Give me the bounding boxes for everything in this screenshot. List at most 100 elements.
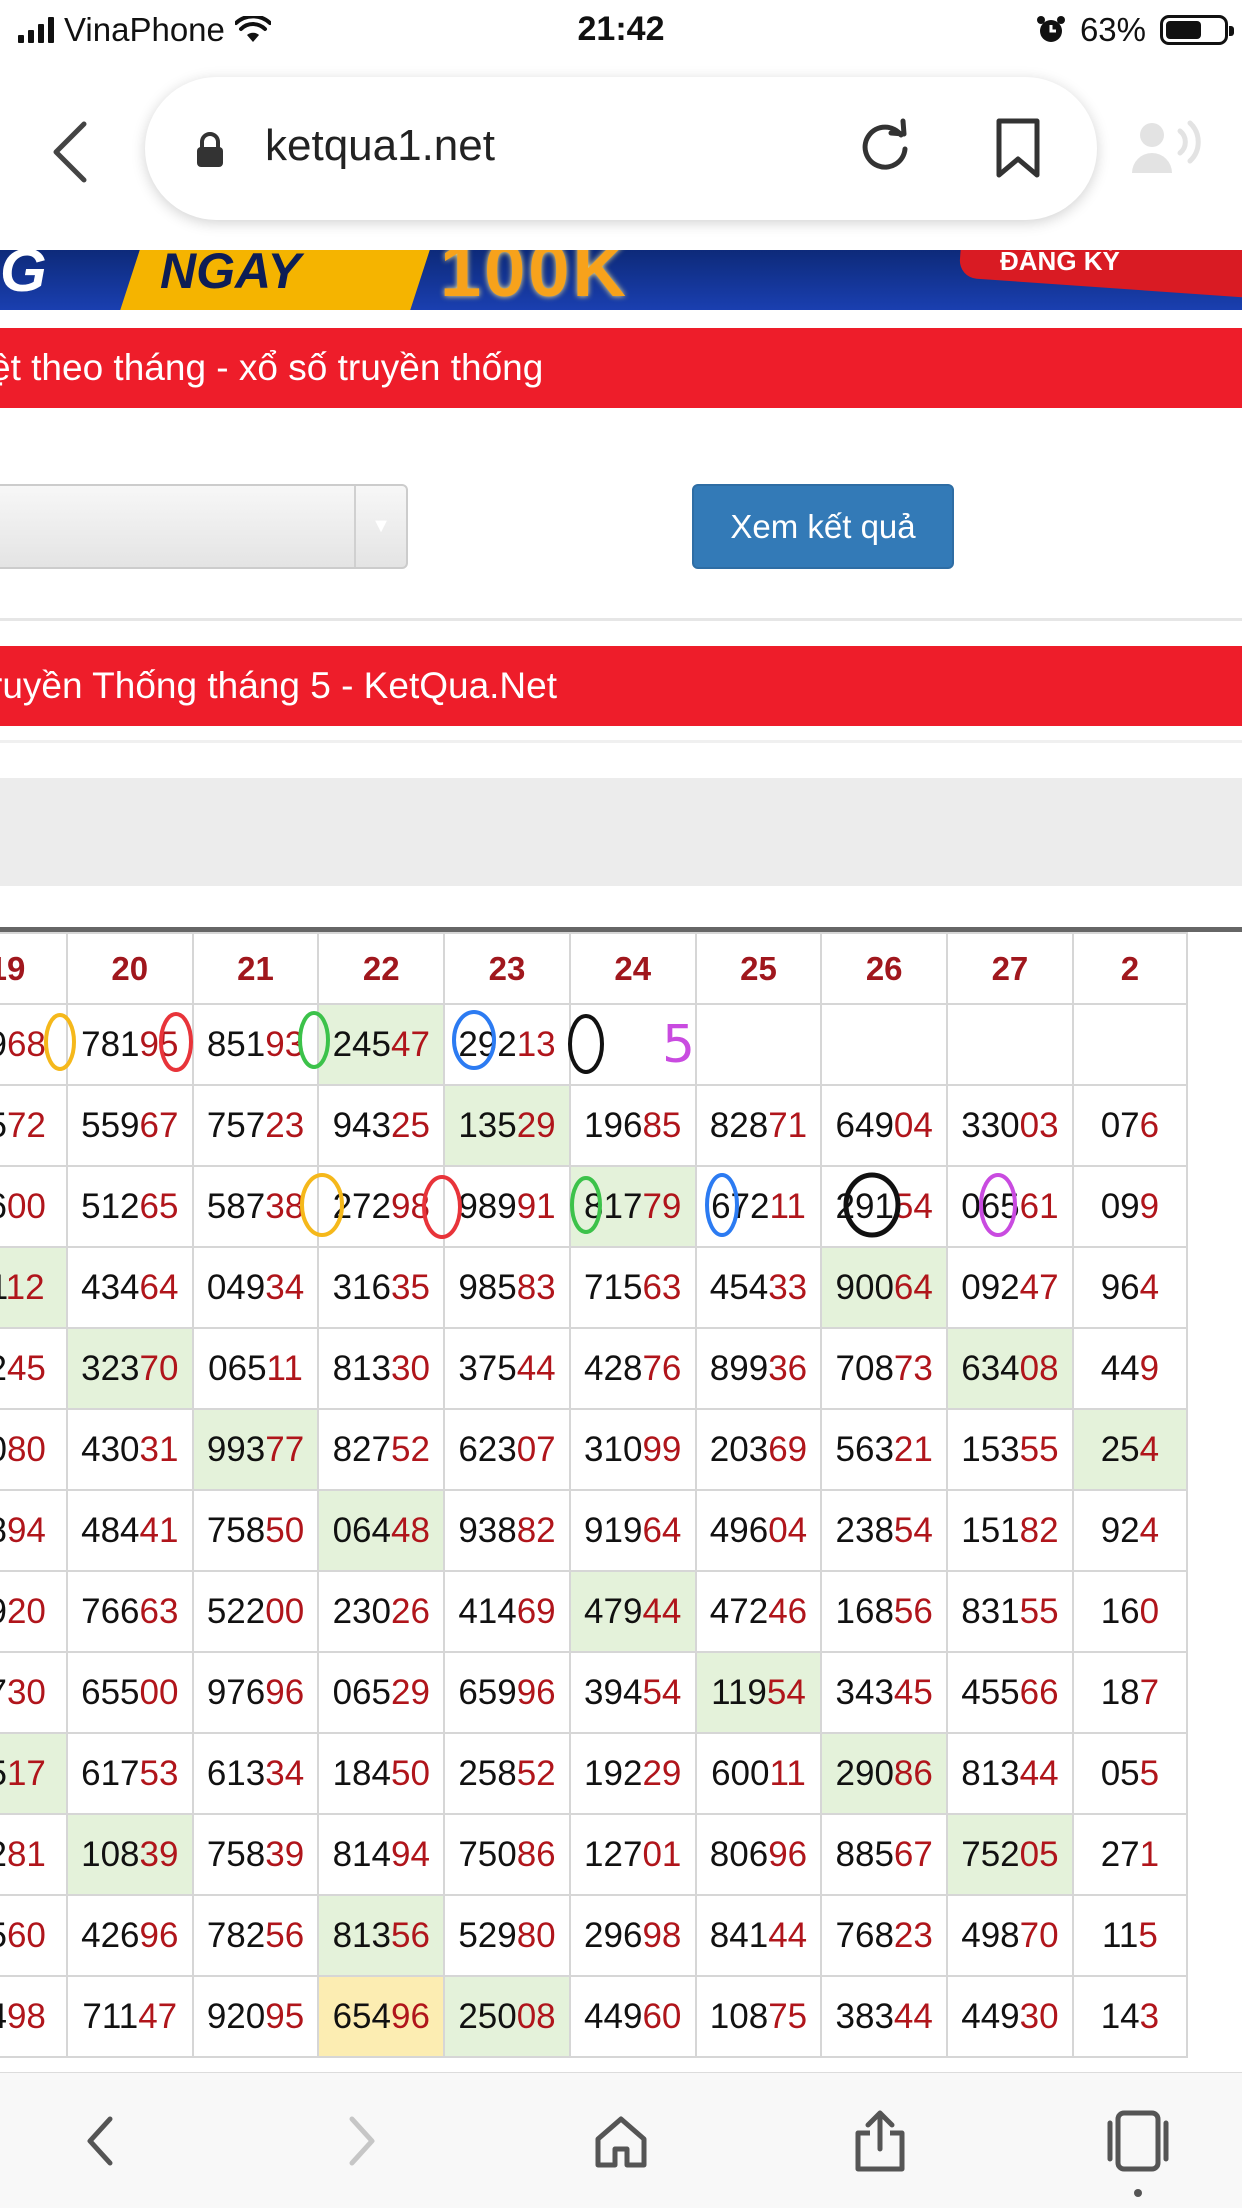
result-cell: [1071, 1003, 1189, 1086]
result-head-digits: 065: [332, 1672, 391, 1712]
tabs-icon[interactable]: [1098, 2101, 1178, 2181]
result-head-digits: 715: [584, 1267, 643, 1307]
result-tail-digits: 44: [1019, 1753, 1059, 1793]
result-tail-digits: 45: [6, 1348, 46, 1388]
table-title: ruyền Thống tháng 5 - KetQua.Net: [0, 665, 558, 706]
reader-mode-icon[interactable]: [1130, 117, 1210, 177]
day-header: 22: [317, 932, 446, 1005]
results-table-container[interactable]: 1920212223242526272 99687819585193245472…: [0, 927, 1242, 2070]
result-head-digits: 153: [961, 1429, 1020, 1469]
result-tail-digits: 23: [893, 1915, 933, 1955]
table-row: 4080430319937782752623073109920369563211…: [0, 1408, 1189, 1491]
result-cell: 47944: [568, 1570, 697, 1653]
reload-icon[interactable]: [855, 117, 915, 177]
result-head-digits: 27: [1100, 1834, 1140, 1874]
result-head-digits: 449: [584, 1996, 643, 2036]
result-cell: 52980: [443, 1894, 571, 1977]
result-head-digits: 272: [332, 1186, 391, 1226]
result-head-digits: 35: [0, 1916, 7, 1955]
result-tail-digits: 98: [390, 1186, 430, 1226]
day-header: 2: [1071, 932, 1189, 1005]
result-cell: 06448: [317, 1489, 446, 1572]
result-head-digits: 985: [458, 1267, 517, 1307]
result-tail-digits: 47: [1019, 1267, 1059, 1307]
month-select[interactable]: ▼: [0, 484, 408, 569]
result-head-digits: 472: [709, 1591, 769, 1631]
result-cell: 99377: [191, 1408, 320, 1491]
result-tail-digits: 83: [516, 1267, 556, 1307]
result-cell: 3600: [0, 1165, 68, 1248]
results-table: 1920212223242526272 99687819585193245472…: [0, 932, 1189, 2058]
result-cell: 71563: [568, 1246, 697, 1329]
result-cell: 88567: [820, 1813, 949, 1896]
bookmark-icon[interactable]: [993, 117, 1043, 179]
result-cell: 449: [1071, 1327, 1189, 1410]
result-head-digits: 659: [458, 1672, 517, 1712]
alarm-icon: [1036, 16, 1065, 42]
result-tail-digits: 96: [516, 1672, 556, 1712]
result-head-digits: 989: [458, 1186, 517, 1226]
result-cell: 42876: [568, 1327, 697, 1410]
result-tail-digits: 93: [265, 1024, 305, 1064]
result-tail-digits: 56: [893, 1591, 933, 1631]
result-tail-digits: 04: [768, 1510, 808, 1550]
result-tail-digits: 65: [139, 1186, 179, 1226]
result-tail-digits: 41: [139, 1510, 179, 1550]
result-head-digits: 672: [711, 1186, 770, 1226]
result-head-digits: 708: [835, 1348, 894, 1388]
result-tail-digits: 17: [6, 1753, 46, 1793]
result-cell: 4920: [0, 1570, 68, 1653]
table-row: 3245323700651181330375444287689936708736…: [0, 1327, 1189, 1410]
result-cell: 34345: [820, 1651, 949, 1734]
divider: [0, 618, 1242, 621]
table-toolbar-area: [0, 778, 1242, 886]
result-cell: 143: [1071, 1975, 1189, 2058]
forward-icon[interactable]: [322, 2101, 402, 2181]
address-bar[interactable]: ketqua1.net: [145, 77, 1097, 220]
back-icon[interactable]: [60, 2101, 140, 2181]
result-tail-digits: 05: [1019, 1834, 1059, 1874]
result-cell: 41469: [443, 1570, 571, 1653]
result-head-digits: 426: [81, 1915, 140, 1955]
result-head-digits: 330: [961, 1105, 1020, 1145]
chevron-left-icon[interactable]: [40, 112, 100, 192]
result-cell: 20369: [694, 1408, 823, 1491]
result-tail-digits: 44: [516, 1348, 556, 1388]
result-head-digits: 35: [0, 1754, 7, 1793]
result-tail-digits: 69: [516, 1591, 556, 1631]
result-head-digits: 16: [1100, 1591, 1140, 1631]
share-icon[interactable]: [840, 2101, 920, 2181]
result-tail-digits: 08: [1019, 1348, 1059, 1388]
result-tail-digits: 30: [1019, 1996, 1059, 2036]
result-cell: 16856: [820, 1570, 949, 1653]
result-tail-digits: 55: [1019, 1429, 1059, 1469]
result-cell: 31635: [317, 1246, 446, 1329]
result-head-digits: 623: [458, 1429, 517, 1469]
result-cell: 924: [1071, 1489, 1189, 1572]
result-cell: 70873: [820, 1327, 949, 1410]
result-head-digits: 99: [0, 1025, 7, 1064]
result-head-digits: 496: [709, 1510, 769, 1550]
result-cell: 67211: [694, 1165, 823, 1248]
result-cell: 94325: [317, 1084, 446, 1167]
result-tail-digits: 91: [516, 1186, 556, 1226]
result-head-digits: 430: [81, 1429, 140, 1469]
result-head-digits: 649: [835, 1105, 894, 1145]
result-cell: 32370: [65, 1327, 194, 1410]
result-head-digits: 25: [1100, 1429, 1140, 1469]
result-head-digits: 813: [332, 1348, 391, 1388]
table-header-row: 1920212223242526272: [0, 932, 1189, 1005]
result-cell: 29698: [568, 1894, 697, 1977]
result-tail-digits: 39: [265, 1834, 305, 1874]
result-tail-digits: 71: [768, 1105, 808, 1145]
home-icon[interactable]: [581, 2101, 661, 2181]
result-cell: 76823: [820, 1894, 949, 1977]
result-tail-digits: 4: [1139, 1267, 1160, 1307]
result-tail-digits: 77: [265, 1429, 305, 1469]
promo-banner[interactable]: G NGAY 100K ĐĂNG KÝ: [0, 250, 1242, 310]
result-tail-digits: 96: [139, 1915, 179, 1955]
result-tail-digits: 68: [6, 1024, 46, 1064]
result-tail-digits: 11: [769, 1753, 806, 1793]
view-results-button[interactable]: Xem kết quả: [692, 484, 954, 569]
result-cell: 89936: [694, 1327, 823, 1410]
